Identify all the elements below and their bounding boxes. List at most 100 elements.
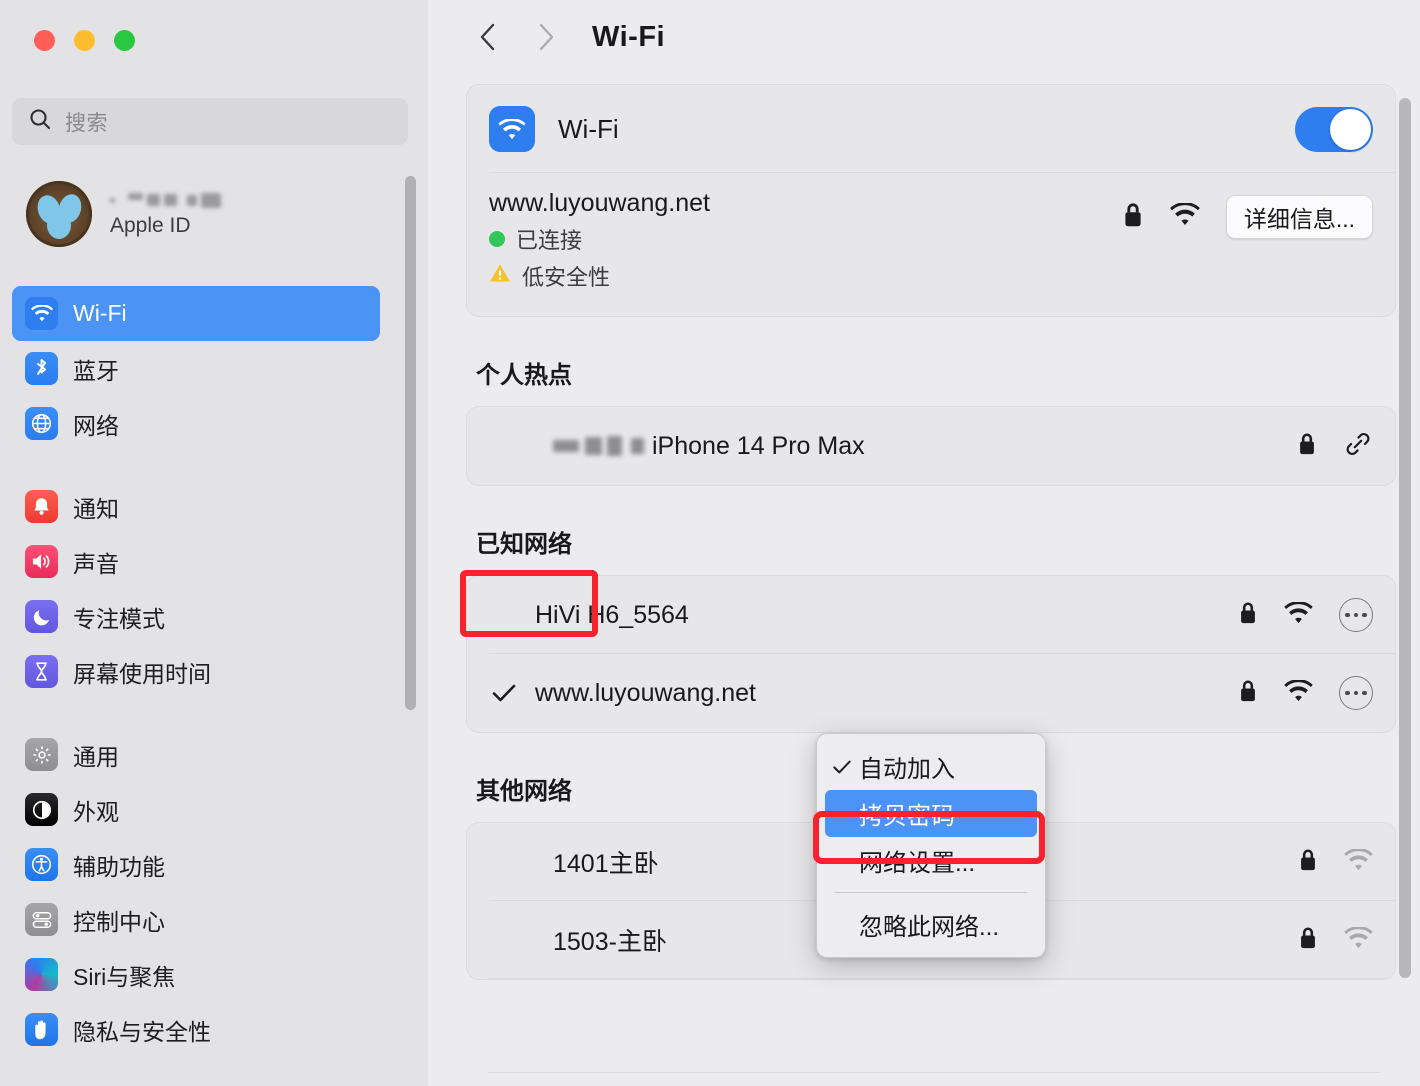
sidebar-item-network[interactable]: 网络 — [12, 396, 380, 451]
wifi-icon — [489, 106, 535, 152]
traffic-lights — [34, 30, 135, 51]
sidebar-item-siri-spotlight[interactable]: Siri与聚焦 — [12, 947, 380, 1002]
control-center-icon — [25, 903, 58, 936]
search-icon — [28, 107, 52, 136]
wifi-signal-weak-icon — [1344, 925, 1373, 954]
wifi-toggle-switch[interactable] — [1295, 106, 1373, 152]
lock-icon — [1298, 925, 1318, 956]
known-section-header: 已知网络 — [466, 486, 1396, 575]
lock-icon — [1297, 431, 1317, 462]
wifi-toggle-row: Wi-Fi — [467, 85, 1395, 173]
gear-icon — [25, 738, 58, 771]
ellipsis-circle-icon[interactable] — [1339, 676, 1373, 710]
menu-item-auto-join[interactable]: 自动加入 — [825, 743, 1037, 790]
ellipsis-circle-icon[interactable] — [1339, 598, 1373, 632]
network-ssid: 1503-主卧 — [553, 928, 667, 956]
wifi-signal-weak-icon — [1344, 847, 1373, 876]
known-networks-card: HiVi H6_5564 www.luyouwang.net — [466, 575, 1396, 733]
sidebar-item-label: 专注模式 — [73, 605, 165, 632]
sidebar-item-appearance[interactable]: 外观 — [12, 782, 380, 837]
sidebar-item-apple-id[interactable]: Apple ID — [26, 176, 386, 252]
sidebar-item-focus[interactable]: 专注模式 — [12, 589, 380, 644]
account-name-redacted — [110, 190, 221, 210]
hotspot-section-title: 个人热点 — [476, 362, 572, 389]
sidebar-item-screen-time[interactable]: 屏幕使用时间 — [12, 644, 380, 699]
sidebar-scrollbar[interactable] — [405, 176, 416, 710]
connected-status: 已连接 — [489, 223, 710, 255]
sidebar-item-label: 辅助功能 — [73, 853, 165, 880]
connected-ssid: www.luyouwang.net — [489, 189, 710, 217]
sidebar-item-general[interactable]: 通用 — [12, 727, 380, 782]
wifi-icon — [25, 297, 58, 330]
sidebar-item-wifi[interactable]: Wi-Fi — [12, 286, 380, 341]
sidebar-item-label: Siri与聚焦 — [73, 963, 176, 990]
appearance-icon — [25, 793, 58, 826]
sidebar-item-label: 控制中心 — [73, 908, 165, 935]
menu-item-network-settings[interactable]: 网络设置... — [825, 837, 1037, 884]
sidebar-group-divider — [12, 699, 380, 727]
sidebar-item-notifications[interactable]: 通知 — [12, 479, 380, 534]
list-item[interactable]: iPhone 14 Pro Max — [467, 407, 1395, 485]
menu-item-label: 网络设置... — [859, 850, 976, 877]
menu-item-copy-password[interactable]: 拷贝密码 — [825, 790, 1037, 837]
table-row[interactable]: HiVi H6_5564 — [467, 576, 1395, 654]
close-button[interactable] — [34, 30, 55, 51]
wifi-signal-icon — [1284, 678, 1313, 707]
hotspot-card: iPhone 14 Pro Max — [466, 406, 1396, 486]
sidebar-item-label: 通知 — [73, 495, 119, 522]
hourglass-icon — [25, 655, 58, 688]
details-button[interactable]: 详细信息... — [1225, 195, 1373, 239]
avatar — [26, 181, 92, 247]
sidebar-item-sound[interactable]: 声音 — [12, 534, 380, 589]
minimize-button[interactable] — [74, 30, 95, 51]
sidebar-group-1: Wi-Fi 蓝牙 网络 — [12, 286, 380, 451]
search-placeholder: 搜索 — [65, 111, 108, 135]
sidebar-item-label: 隐私与安全性 — [73, 1018, 211, 1045]
main-scrollbar[interactable] — [1399, 98, 1411, 978]
accessibility-icon — [25, 848, 58, 881]
sidebar-item-control-center[interactable]: 控制中心 — [12, 892, 380, 947]
lock-icon — [1238, 678, 1258, 709]
main-pane: Wi-Fi Wi-Fi www.luyouwang.net 已连接 低安全性 详… — [428, 0, 1420, 1086]
sidebar-nav: Wi-Fi 蓝牙 网络 通知 声音 专注模式 屏幕使用时间 通用 外观 辅助功能… — [12, 286, 380, 1057]
menu-separator — [835, 892, 1027, 893]
hand-privacy-icon — [25, 1013, 58, 1046]
table-row[interactable]: www.luyouwang.net — [467, 654, 1395, 732]
sidebar-item-label: 通用 — [73, 743, 119, 770]
lock-icon — [1122, 201, 1144, 234]
sidebar-item-privacy-security[interactable]: 隐私与安全性 — [12, 1002, 380, 1057]
wifi-signal-icon — [1169, 202, 1200, 231]
page-title: Wi-Fi — [592, 20, 666, 53]
sidebar-group-2: 通知 声音 专注模式 屏幕使用时间 — [12, 479, 380, 699]
other-section-title: 其他网络 — [476, 778, 572, 805]
system-settings-window: 搜索 Apple ID Wi-Fi 蓝牙 网络 通知 声音 专注模式 屏幕使用时… — [0, 0, 1420, 1086]
check-icon — [489, 682, 519, 704]
network-ssid: HiVi H6_5564 — [535, 600, 689, 629]
menu-item-forget-network[interactable]: 忽略此网络... — [825, 901, 1037, 948]
search-input[interactable]: 搜索 — [12, 98, 408, 145]
security-status-label: 低安全性 — [522, 265, 611, 290]
forward-button[interactable] — [524, 14, 568, 60]
context-menu: 自动加入 拷贝密码 网络设置... 忽略此网络... — [816, 733, 1046, 958]
sidebar-item-label: 网络 — [73, 412, 119, 439]
wifi-card: Wi-Fi www.luyouwang.net 已连接 低安全性 详细信息... — [466, 84, 1396, 317]
sidebar-group-divider — [12, 451, 380, 479]
sidebar-item-label: 蓝牙 — [73, 357, 119, 384]
hotspot-section-header: 个人热点 — [466, 317, 1396, 406]
back-button[interactable] — [466, 14, 510, 60]
network-ssid: 1401主卧 — [553, 850, 659, 878]
warning-triangle-icon — [489, 263, 511, 289]
known-section-title: 已知网络 — [476, 531, 572, 558]
list-divider — [488, 1072, 1380, 1073]
sidebar: 搜索 Apple ID Wi-Fi 蓝牙 网络 通知 声音 专注模式 屏幕使用时… — [0, 0, 428, 1086]
zoom-button[interactable] — [114, 30, 135, 51]
bluetooth-icon — [25, 352, 58, 385]
wifi-signal-icon — [1284, 600, 1313, 629]
hotspot-device-name: iPhone 14 Pro Max — [553, 432, 865, 461]
connected-status-label: 已连接 — [516, 228, 583, 253]
network-ssid: www.luyouwang.net — [535, 678, 756, 707]
sidebar-item-accessibility[interactable]: 辅助功能 — [12, 837, 380, 892]
check-icon — [825, 758, 859, 776]
security-status: 低安全性 — [489, 260, 710, 292]
sidebar-item-bluetooth[interactable]: 蓝牙 — [12, 341, 380, 396]
